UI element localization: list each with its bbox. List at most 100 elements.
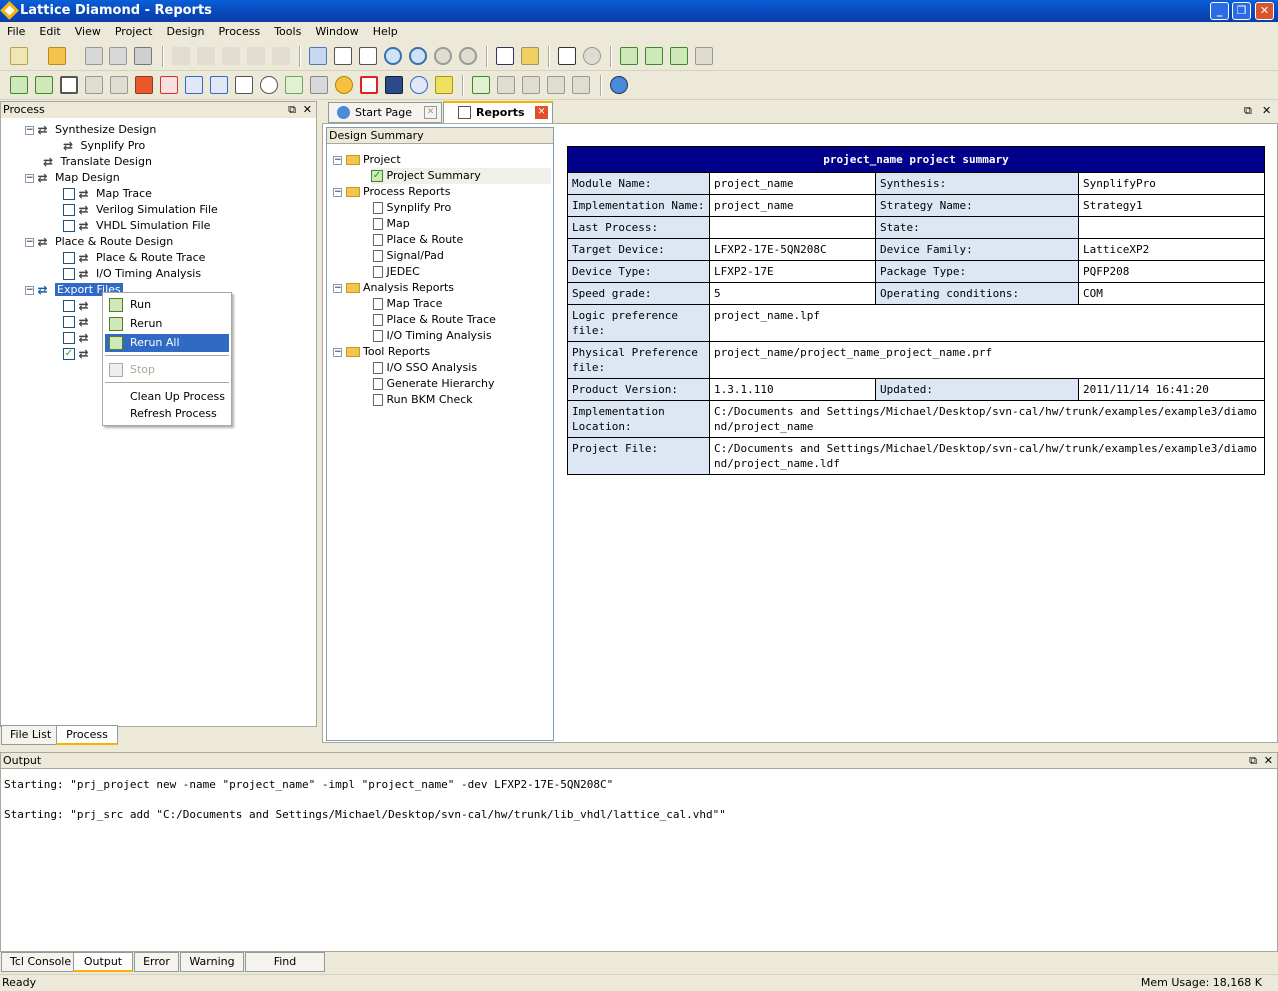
tab-error[interactable]: Error <box>134 952 179 972</box>
tree-synplify[interactable]: Synplify Pro <box>373 200 451 216</box>
verify-icon[interactable] <box>583 47 601 65</box>
copy-icon[interactable] <box>247 47 265 65</box>
checkbox[interactable] <box>63 188 75 200</box>
export-child-row[interactable]: ⇄ <box>63 314 93 330</box>
tree-map[interactable]: Map <box>373 216 410 232</box>
process-io-timing[interactable]: ⇄ I/O Timing Analysis <box>63 266 201 282</box>
collapse-icon[interactable]: − <box>333 155 342 165</box>
tree-gen-hierarchy[interactable]: Generate Hierarchy <box>373 376 495 392</box>
tab-warning[interactable]: Warning <box>180 952 244 972</box>
zoom-area-icon[interactable] <box>459 47 477 65</box>
tree-bkm-check[interactable]: Run BKM Check <box>373 392 473 408</box>
tree-io-sso[interactable]: I/O SSO Analysis <box>373 360 477 376</box>
checkbox-checked[interactable]: ✓ <box>63 348 75 360</box>
power-icon[interactable] <box>160 76 178 94</box>
restore-button[interactable]: ❐ <box>1232 2 1251 20</box>
checkbox[interactable] <box>63 268 75 280</box>
spreadsheet-icon[interactable] <box>10 76 28 94</box>
tree-place-route[interactable]: Place & Route <box>373 232 463 248</box>
tree-process-reports[interactable]: − Process Reports <box>333 184 450 200</box>
hdl-explorer-icon[interactable] <box>385 76 403 94</box>
menu-view[interactable]: View <box>68 22 108 42</box>
close-button[interactable]: ✕ <box>1255 2 1274 20</box>
process-vhdl-sim[interactable]: ⇄ VHDL Simulation File <box>63 218 210 234</box>
zoom-fit-icon[interactable] <box>434 47 452 65</box>
tree-jedec[interactable]: JEDEC <box>373 264 420 280</box>
save-all-icon[interactable] <box>109 47 127 65</box>
tab-find-results[interactable]: Find Results <box>245 952 325 986</box>
window-icon[interactable] <box>309 47 327 65</box>
hierarchy-icon[interactable] <box>558 47 576 65</box>
close-icon[interactable]: ✕ <box>1262 104 1271 117</box>
export-child-row[interactable]: ✓ ⇄ <box>63 346 93 362</box>
close-tab-icon[interactable]: ✕ <box>424 106 437 119</box>
export-child-row[interactable]: ⇄ <box>63 298 93 314</box>
menu-run[interactable]: Run <box>105 296 229 314</box>
netlist-icon[interactable] <box>35 76 53 94</box>
tab-start-page[interactable]: Start Page ✕ <box>328 102 442 123</box>
tree-io-timing[interactable]: I/O Timing Analysis <box>373 328 492 344</box>
collapse-icon[interactable]: − <box>333 347 342 357</box>
chip-icon[interactable] <box>60 76 78 94</box>
export-child-row[interactable]: ⇄ <box>63 330 93 346</box>
run-process-icon[interactable] <box>620 47 638 65</box>
tile-icon[interactable] <box>522 76 540 94</box>
tab-output[interactable]: Output <box>73 952 133 972</box>
collapse-icon[interactable]: − <box>333 187 342 197</box>
menu-clean-up[interactable]: Clean Up Process <box>105 388 229 406</box>
timing-icon[interactable] <box>135 76 153 94</box>
reveal-icon[interactable] <box>210 76 228 94</box>
checkbox[interactable] <box>63 252 75 264</box>
open-folder-icon[interactable] <box>48 47 66 65</box>
collapse-icon[interactable]: − <box>25 173 34 183</box>
waveform-icon[interactable] <box>435 76 453 94</box>
checkbox[interactable] <box>63 204 75 216</box>
collapse-icon[interactable]: − <box>333 283 342 293</box>
cascade-icon[interactable] <box>547 76 565 94</box>
panel-close-icon[interactable]: ✕ <box>303 102 312 118</box>
tree-project-summary[interactable]: ✓ Project Summary <box>371 168 551 184</box>
new-file-icon[interactable] <box>10 47 28 65</box>
checklist-icon[interactable] <box>496 47 514 65</box>
menu-file[interactable]: File <box>0 22 32 42</box>
panel-float-icon[interactable]: ⧉ <box>288 102 296 118</box>
process-par-trace[interactable]: ⇄ Place & Route Trace <box>63 250 205 266</box>
menu-window[interactable]: Window <box>308 22 365 42</box>
programmer-icon[interactable] <box>235 76 253 94</box>
checkbox[interactable] <box>63 220 75 232</box>
print-icon[interactable] <box>134 47 152 65</box>
stop-icon[interactable] <box>695 47 713 65</box>
process-synplify[interactable]: ⇄ Synplify Pro <box>63 138 145 154</box>
tab-file-list[interactable]: File List <box>1 725 61 745</box>
process-synthesize[interactable]: − ⇄ Synthesize Design <box>25 122 156 138</box>
checkbox[interactable] <box>63 316 75 328</box>
tree-par-trace[interactable]: Place & Route Trace <box>373 312 496 328</box>
layout-icon[interactable] <box>472 76 490 94</box>
rerun-all-icon[interactable] <box>670 47 688 65</box>
process-map-trace[interactable]: ⇄ Map Trace <box>63 186 152 202</box>
undo-icon[interactable] <box>172 47 190 65</box>
menu-design[interactable]: Design <box>159 22 211 42</box>
globe-icon[interactable] <box>610 76 628 94</box>
collapse-icon[interactable]: − <box>25 125 34 135</box>
split-view-icon[interactable] <box>497 76 515 94</box>
process-place-route[interactable]: − ⇄ Place & Route Design <box>25 234 173 250</box>
menu-edit[interactable]: Edit <box>32 22 67 42</box>
menu-process[interactable]: Process <box>211 22 267 42</box>
collapse-icon[interactable]: − <box>25 285 34 295</box>
simulation-icon[interactable] <box>285 76 303 94</box>
table-icon[interactable] <box>359 47 377 65</box>
monitor-icon[interactable] <box>260 76 278 94</box>
tree-map-trace[interactable]: Map Trace <box>373 296 442 312</box>
tree-tool-reports[interactable]: − Tool Reports <box>333 344 430 360</box>
checkbox[interactable] <box>63 300 75 312</box>
save-icon[interactable] <box>85 47 103 65</box>
zoom-in-icon[interactable] <box>384 47 402 65</box>
menu-tools[interactable]: Tools <box>267 22 308 42</box>
cut-icon[interactable] <box>222 47 240 65</box>
menu-project[interactable]: Project <box>108 22 160 42</box>
process-translate[interactable]: ⇄ Translate Design <box>43 154 152 170</box>
collapse-icon[interactable]: − <box>25 237 34 247</box>
menu-refresh[interactable]: Refresh Process <box>105 405 229 423</box>
synplify-icon[interactable] <box>360 76 378 94</box>
